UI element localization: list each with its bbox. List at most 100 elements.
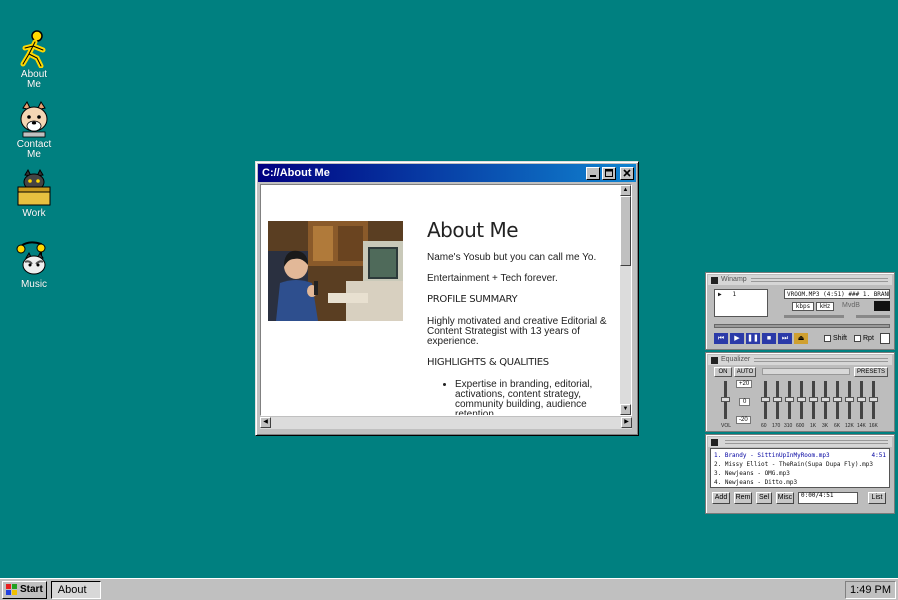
taskbar-clock: 1:49 PM — [845, 580, 896, 599]
minimize-icon — [590, 174, 596, 177]
playlist-item[interactable]: 1. Brandy - SittinUpInMyRoom.mp3 4:51 — [714, 451, 886, 460]
close-icon — [623, 168, 631, 177]
eq-band-slider[interactable] — [821, 381, 830, 419]
playlist-misc-button[interactable]: Misc — [776, 492, 794, 504]
time-display: ▶ 1 — [714, 289, 768, 317]
running-man-icon — [20, 30, 46, 68]
portrait-photo — [268, 221, 403, 321]
eq-auto-button[interactable]: AUTO — [734, 367, 756, 377]
desktop-icon-about-me[interactable]: About Me — [8, 30, 60, 90]
scroll-left-button[interactable]: ◀ — [260, 417, 271, 428]
winamp-titlebar[interactable]: Winamp — [708, 275, 892, 285]
playlist-add-button[interactable]: Add — [712, 492, 730, 504]
equalizer-logo-icon — [711, 356, 718, 364]
scroll-down-button[interactable]: ▼ — [620, 404, 631, 415]
winamp-about-icon[interactable] — [880, 333, 890, 344]
eq-band-label: 12K — [845, 423, 854, 429]
volume-slider[interactable] — [784, 315, 844, 318]
playlist-titlebar[interactable] — [708, 437, 892, 447]
winamp-logo-icon — [711, 276, 718, 284]
repeat-checkbox[interactable] — [854, 335, 861, 342]
eq-band-slider[interactable] — [857, 381, 866, 419]
shuffle-toggle[interactable]: Shift — [824, 335, 847, 342]
next-button[interactable]: ⏭ — [778, 333, 792, 344]
desktop-icon-label: Music — [20, 279, 48, 290]
windows-logo-icon — [6, 584, 17, 595]
playlist-select-button[interactable]: Sel — [756, 492, 772, 504]
highlights-list: Expertise in branding, editorial, activa… — [455, 380, 612, 416]
scroll-right-button[interactable]: ▶ — [621, 417, 632, 428]
about-content-area[interactable]: About Me Name's Yosub but you can call m… — [260, 184, 632, 416]
eq-db-bottom: -20 — [736, 416, 751, 424]
eq-band-slider[interactable] — [797, 381, 806, 419]
play-button[interactable]: ▶ — [730, 333, 744, 344]
desktop-icon-music[interactable]: Music — [8, 240, 60, 290]
about-heading: About Me — [427, 218, 519, 242]
eq-graph — [762, 368, 850, 375]
mode-indicator: MvdB — [842, 302, 860, 309]
winamp-equalizer[interactable]: Equalizer ON AUTO PRESETS VOL +20 0 -20 … — [705, 352, 895, 432]
equalizer-titlebar[interactable]: Equalizer — [708, 355, 892, 365]
playlist-item-time: 4:51 — [871, 452, 886, 459]
eq-db-mid: 0 — [739, 398, 751, 406]
eq-presets-button[interactable]: PRESETS — [854, 367, 888, 377]
winamp-player[interactable]: Winamp ▶ 1 VROOM.MP3 (4:51) ### 1. BRAND… — [705, 272, 895, 350]
playlist-list-button[interactable]: List — [868, 492, 886, 504]
vertical-scrollbar[interactable]: ▲ ▼ — [620, 185, 631, 415]
window-titlebar[interactable]: C://About Me — [258, 164, 636, 182]
preamp-slider[interactable] — [721, 381, 730, 419]
taskbar-item-about[interactable]: About — [50, 580, 101, 599]
eq-band-slider[interactable] — [761, 381, 770, 419]
desktop-icon-label: Work — [22, 208, 46, 219]
eq-band-label: 16K — [869, 423, 878, 429]
about-text-content: About Me Name's Yosub but you can call m… — [427, 218, 612, 416]
eq-on-button[interactable]: ON — [714, 367, 732, 377]
eq-band-label: 1K — [810, 423, 817, 429]
stop-button[interactable]: ■ — [762, 333, 776, 344]
scroll-thumb[interactable] — [620, 196, 631, 266]
maximize-icon — [605, 168, 613, 177]
maximize-button[interactable] — [602, 166, 616, 180]
playlist-list[interactable]: 1. Brandy - SittinUpInMyRoom.mp3 4:51 2.… — [710, 448, 890, 488]
horizontal-scrollbar[interactable]: ◀ ▶ — [260, 417, 632, 429]
playlist-item[interactable]: 3. Newjeans - OMG.mp3 — [714, 469, 886, 478]
previous-button[interactable]: ⏮ — [714, 333, 728, 344]
eq-band-slider[interactable] — [845, 381, 854, 419]
eq-band-label: 14K — [857, 423, 866, 429]
desktop-icon-label: Contact Me — [16, 139, 52, 160]
desktop-icon-work[interactable]: Work — [8, 169, 60, 219]
taskbar: Start About 1:49 PM — [0, 578, 898, 600]
eject-button[interactable]: ⏏ — [794, 333, 808, 344]
close-button[interactable] — [620, 166, 634, 180]
eq-band-slider[interactable] — [833, 381, 842, 419]
portrait-photo-art — [268, 221, 403, 321]
intro-line-1: Name's Yosub but you can call me Yo. — [427, 252, 597, 263]
pause-button[interactable]: ❚❚ — [746, 333, 760, 344]
start-button[interactable]: Start — [2, 580, 47, 599]
winamp-title: Winamp — [721, 276, 747, 283]
playlist-item[interactable]: 2. Missy Elliot - TheRain(Supa Dupa Fly)… — [714, 460, 886, 469]
playlist-item-name: 3. Newjeans - OMG.mp3 — [714, 470, 790, 477]
playlist-item[interactable]: 4. Newjeans - Ditto.mp3 — [714, 478, 886, 487]
balance-slider[interactable] — [856, 315, 890, 318]
seek-bar[interactable] — [714, 324, 890, 328]
winamp-playlist[interactable]: 1. Brandy - SittinUpInMyRoom.mp3 4:51 2.… — [705, 434, 895, 514]
eq-band-slider[interactable] — [785, 381, 794, 419]
start-label: Start — [20, 584, 43, 595]
eq-band-slider[interactable] — [869, 381, 878, 419]
repeat-toggle[interactable]: Rpt — [854, 335, 874, 342]
scroll-up-button[interactable]: ▲ — [620, 185, 631, 196]
eq-db-top: +20 — [736, 380, 753, 388]
stereo-indicator — [874, 301, 890, 311]
dog-icon — [20, 101, 48, 138]
playlist-remove-button[interactable]: Rem — [734, 492, 752, 504]
desktop-icon-contact-me[interactable]: Contact Me — [8, 100, 60, 160]
eq-band-slider[interactable] — [809, 381, 818, 419]
shuffle-checkbox[interactable] — [824, 335, 831, 342]
about-me-window[interactable]: C://About Me About Me Name's Yosub but y… — [255, 161, 639, 436]
minimize-button[interactable] — [586, 166, 600, 180]
desktop-icon-label: About Me — [20, 69, 48, 90]
transport-controls: ⏮ ▶ ❚❚ ■ ⏭ ⏏ — [714, 333, 808, 344]
eq-band-label: 170 — [772, 423, 781, 429]
eq-band-slider[interactable] — [773, 381, 782, 419]
